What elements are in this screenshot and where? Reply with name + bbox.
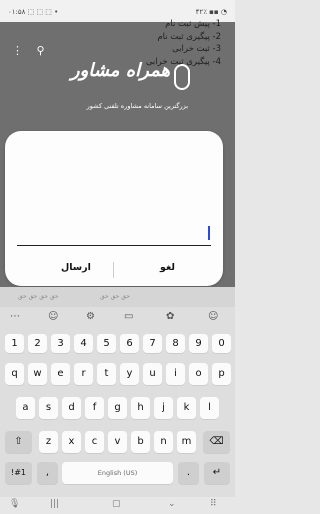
text-cursor: [208, 226, 210, 240]
menu-option: 4- پیگیری ثبت خرابی: [145, 56, 221, 67]
dialog: [5, 131, 223, 286]
key-b[interactable]: b: [131, 431, 150, 453]
response-input[interactable]: [17, 226, 211, 246]
key-x[interactable]: x: [62, 431, 81, 453]
key-s[interactable]: s: [39, 397, 58, 419]
key-r[interactable]: r: [74, 363, 93, 385]
key-j[interactable]: j: [154, 397, 173, 419]
settings-icon[interactable]: ⚙: [86, 311, 95, 322]
suggestion-item[interactable]: حق حق حق حق: [18, 293, 59, 300]
key-k[interactable]: k: [177, 397, 196, 419]
key-f[interactable]: f: [85, 397, 104, 419]
emoji-2-icon[interactable]: ☺: [208, 311, 218, 322]
key-l[interactable]: l: [200, 397, 219, 419]
status-left: ۰۱:۵۸ ⬚ ⬚ ⬚ •: [8, 8, 59, 16]
space-key[interactable]: English (US): [62, 462, 173, 484]
more-icon[interactable]: ⋯: [10, 311, 20, 322]
send-button[interactable]: ارسال: [61, 262, 91, 273]
key-c[interactable]: c: [85, 431, 104, 453]
key-m[interactable]: m: [177, 431, 196, 453]
clipboard-icon[interactable]: ▭: [124, 311, 133, 322]
top-icons: ⋮ ⚲: [12, 44, 55, 57]
menu-option: 3- ثبت خرابی: [172, 44, 221, 54]
key-6[interactable]: 6: [120, 334, 139, 353]
keyboard-grid-icon[interactable]: ⠿: [210, 499, 217, 509]
key-1[interactable]: 1: [5, 334, 24, 353]
sticker-icon[interactable]: ✿: [166, 311, 174, 322]
key-d[interactable]: d: [62, 397, 81, 419]
key-y[interactable]: y: [120, 363, 139, 385]
dialog-menu: 1- پیش ثبت نام 2- پیگیری ثبت نام 3- ثبت …: [146, 18, 221, 68]
key-7[interactable]: 7: [143, 334, 162, 353]
key-p[interactable]: p: [212, 363, 231, 385]
key-h[interactable]: h: [131, 397, 150, 419]
key-9[interactable]: 9: [189, 334, 208, 353]
key-4[interactable]: 4: [74, 334, 93, 353]
key-0[interactable]: 0: [212, 334, 231, 353]
menu-option: 2- پیگیری ثبت نام: [157, 31, 221, 42]
enter-key[interactable]: ↵: [204, 462, 230, 484]
cancel-button[interactable]: لغو: [160, 262, 175, 273]
period-key[interactable]: .: [178, 462, 199, 484]
key-w[interactable]: w: [28, 363, 47, 385]
suggestion-bar: حق حق حق حق حق حق حق: [0, 287, 235, 307]
key-5[interactable]: 5: [97, 334, 116, 353]
key-v[interactable]: v: [108, 431, 127, 453]
menu-option: 1- پیش ثبت نام: [165, 19, 221, 29]
key-q[interactable]: q: [5, 363, 24, 385]
comma-key[interactable]: ,: [37, 462, 58, 484]
status-right: ۴۲٪ ▪▪ ◔: [195, 8, 227, 16]
logo-subtitle: بزرگترین سامانه مشاوره تلفنی کشور: [86, 102, 188, 110]
key-z[interactable]: z: [39, 431, 58, 453]
key-n[interactable]: n: [154, 431, 173, 453]
suggestion-item[interactable]: حق حق حق: [100, 293, 130, 300]
key-3[interactable]: 3: [51, 334, 70, 353]
emoji-icon[interactable]: ☺: [48, 311, 58, 322]
key-2[interactable]: 2: [28, 334, 47, 353]
key-g[interactable]: g: [108, 397, 127, 419]
recents-icon[interactable]: |||: [50, 499, 59, 509]
back-icon[interactable]: ⌄: [168, 499, 176, 509]
backspace-key[interactable]: ⌫: [203, 431, 230, 453]
key-i[interactable]: i: [166, 363, 185, 385]
key-a[interactable]: a: [16, 397, 35, 419]
menu-icon[interactable]: ⋮: [12, 44, 23, 57]
key-8[interactable]: 8: [166, 334, 185, 353]
mic-icon[interactable]: 🎙: [9, 499, 20, 509]
key-u[interactable]: u: [143, 363, 162, 385]
symbols-key[interactable]: !#1: [5, 462, 32, 484]
button-divider: [113, 262, 114, 278]
keyboard-toolbar: ⋯ ☺ ⚙ ▭ ✿ ☺: [0, 307, 235, 327]
key-e[interactable]: e: [51, 363, 70, 385]
search-icon[interactable]: ⚲: [37, 44, 45, 57]
key-o[interactable]: o: [189, 363, 208, 385]
key-t[interactable]: t: [97, 363, 116, 385]
shift-key[interactable]: ⇧: [5, 431, 32, 453]
navigation-bar: 🎙 ||| ▢ ⌄ ⠿: [0, 497, 235, 514]
home-icon[interactable]: ▢: [112, 499, 121, 509]
